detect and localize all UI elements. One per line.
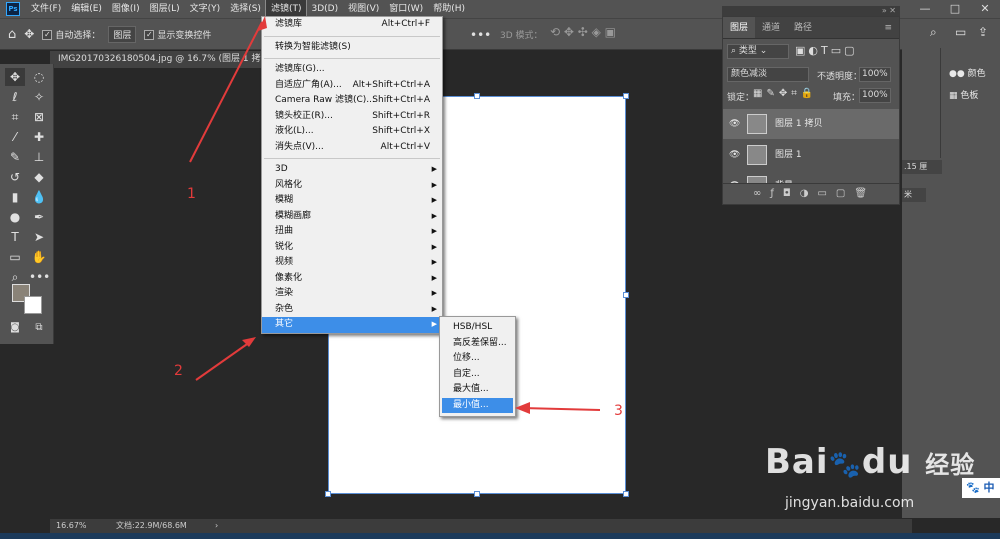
annotation-label-1: 1: [187, 186, 196, 202]
ime-indicator[interactable]: 🐾 中: [962, 478, 1000, 498]
annotation-label-2: 2: [174, 363, 183, 379]
annotation-label-3: 3: [614, 403, 623, 419]
photoshop-window: Ps 文件(F) 编辑(E) 图像(I) 图层(L) 文字(Y) 选择(S) 滤镜(T) 3D…: [0, 0, 1000, 539]
paw-icon: 🐾: [828, 450, 862, 480]
baidu-logo-text: Bai🐾du 经验: [765, 442, 976, 482]
baidu-url: jingyan.baidu.com: [785, 495, 915, 511]
paw-small-icon: 🐾: [966, 481, 984, 494]
